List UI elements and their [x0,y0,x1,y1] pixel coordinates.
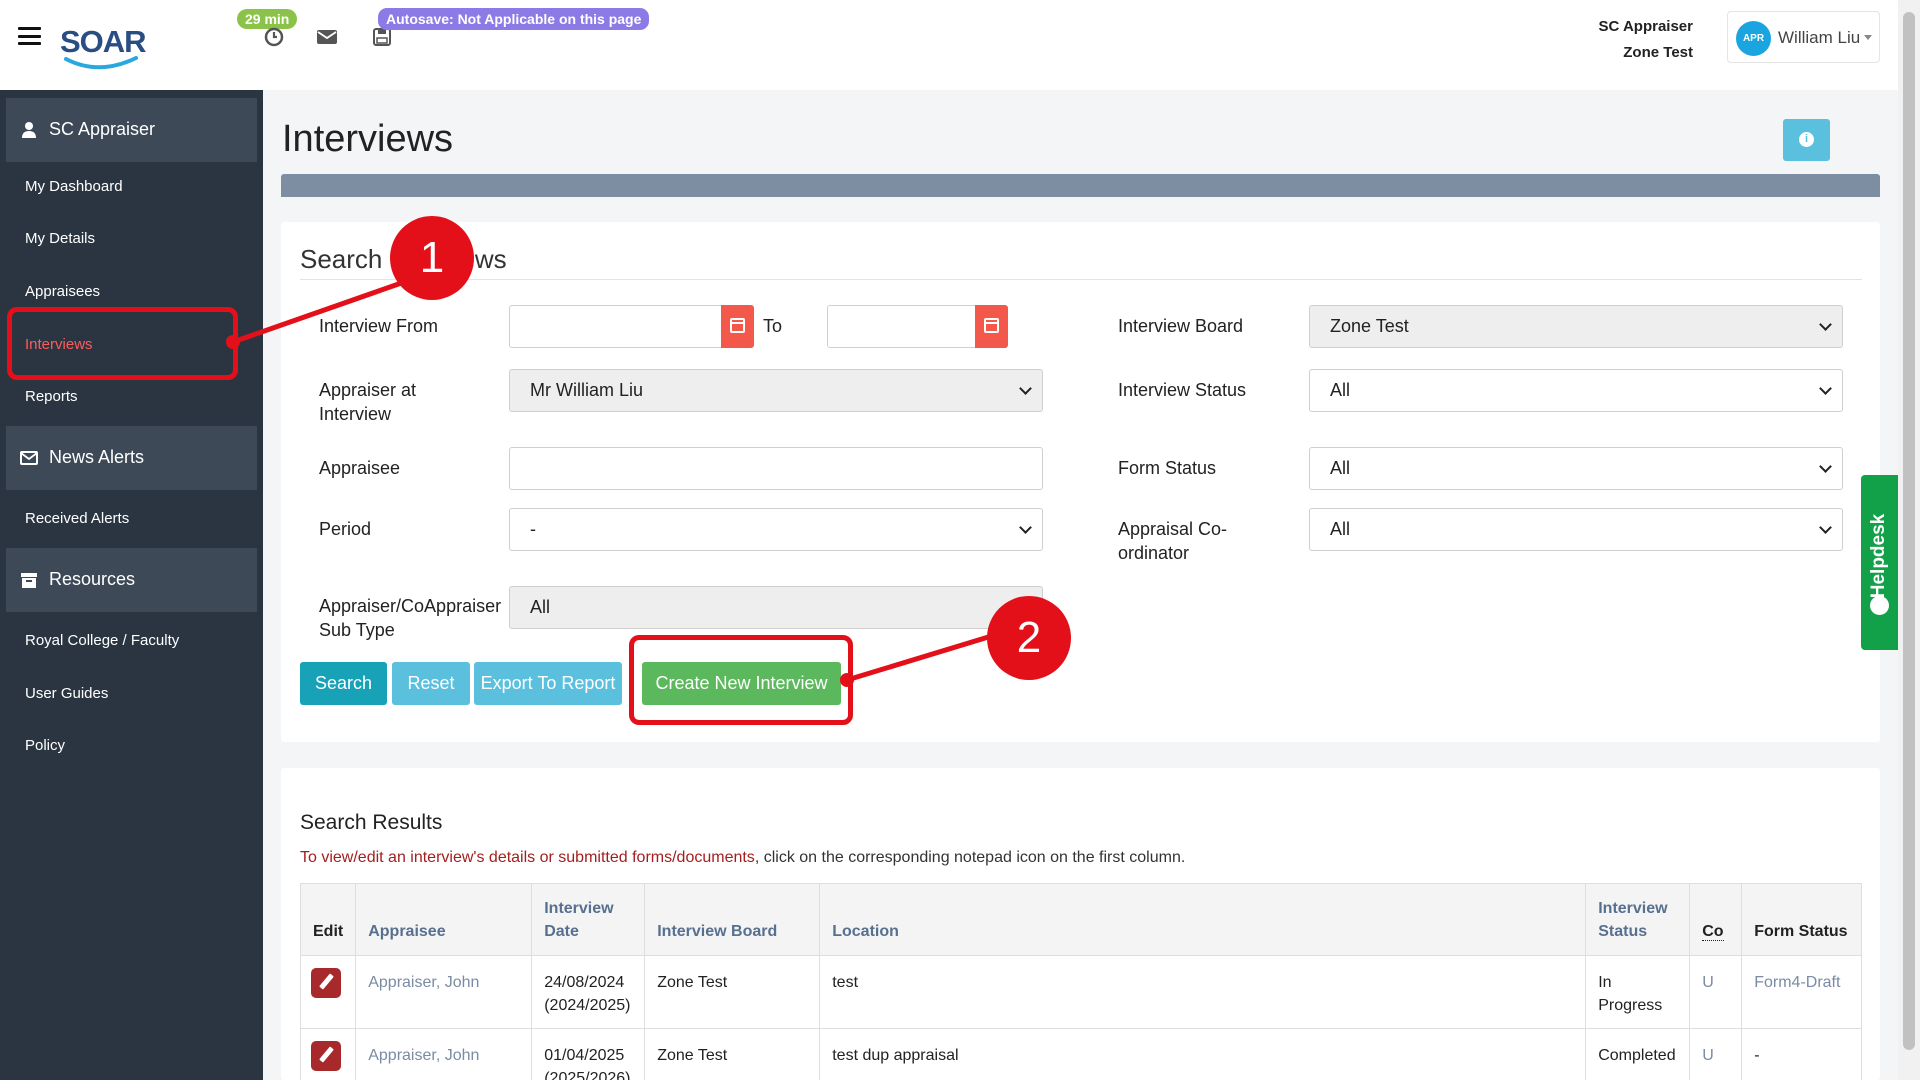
annotation-highlight-interviews [7,307,238,380]
annotation-callout-2: 2 [987,596,1071,680]
annotation-connectors [226,277,998,687]
annotation-callout-1: 1 [390,216,474,300]
annotation-highlight-create-button [629,635,853,725]
